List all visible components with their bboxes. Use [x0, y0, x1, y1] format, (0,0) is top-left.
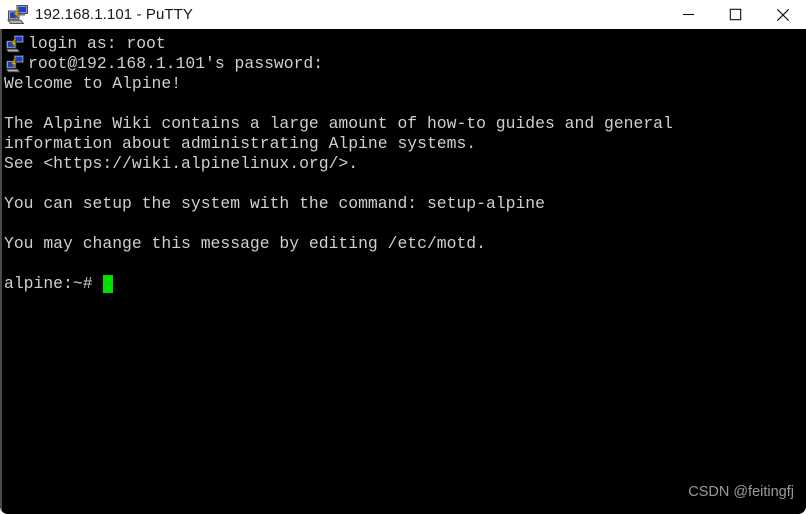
putty-window: 192.168.1.101 - PuTTY login as: root roo…: [0, 0, 806, 514]
shell-prompt: alpine:~#: [4, 274, 93, 293]
terminal-line: You may change this message by editing /…: [4, 234, 486, 253]
title-bar[interactable]: 192.168.1.101 - PuTTY: [0, 0, 806, 29]
terminal-line: See <https://wiki.alpinelinux.org/>.: [4, 154, 359, 173]
putty-icon-artifact: [5, 35, 25, 53]
terminal-screen[interactable]: login as: root root@192.168.1.101's pass…: [0, 29, 806, 514]
shell-prompt-line[interactable]: alpine:~#: [4, 274, 804, 294]
text-cursor: [102, 275, 113, 293]
terminal-line: You can setup the system with the comman…: [4, 194, 545, 213]
minimize-button[interactable]: [665, 0, 712, 29]
terminal-line: login as: root: [28, 34, 166, 53]
terminal-left-border: [0, 29, 2, 514]
maximize-button[interactable]: [712, 0, 759, 29]
terminal-line: The Alpine Wiki contains a large amount …: [4, 114, 673, 133]
terminal-line: root@192.168.1.101's password:: [28, 54, 324, 73]
close-icon: [776, 8, 790, 22]
close-button[interactable]: [759, 0, 806, 29]
terminal-text-area: login as: root root@192.168.1.101's pass…: [4, 34, 804, 294]
terminal-line: Welcome to Alpine!: [4, 74, 182, 93]
putty-icon: [7, 4, 29, 26]
putty-icon-artifact: [5, 55, 25, 73]
window-title: 192.168.1.101 - PuTTY: [35, 6, 194, 23]
minimize-icon: [682, 8, 695, 21]
watermark: CSDN @feitingfj: [688, 484, 794, 500]
maximize-icon: [729, 8, 742, 21]
window-controls: [665, 0, 806, 29]
terminal-line: information about administrating Alpine …: [4, 134, 477, 153]
